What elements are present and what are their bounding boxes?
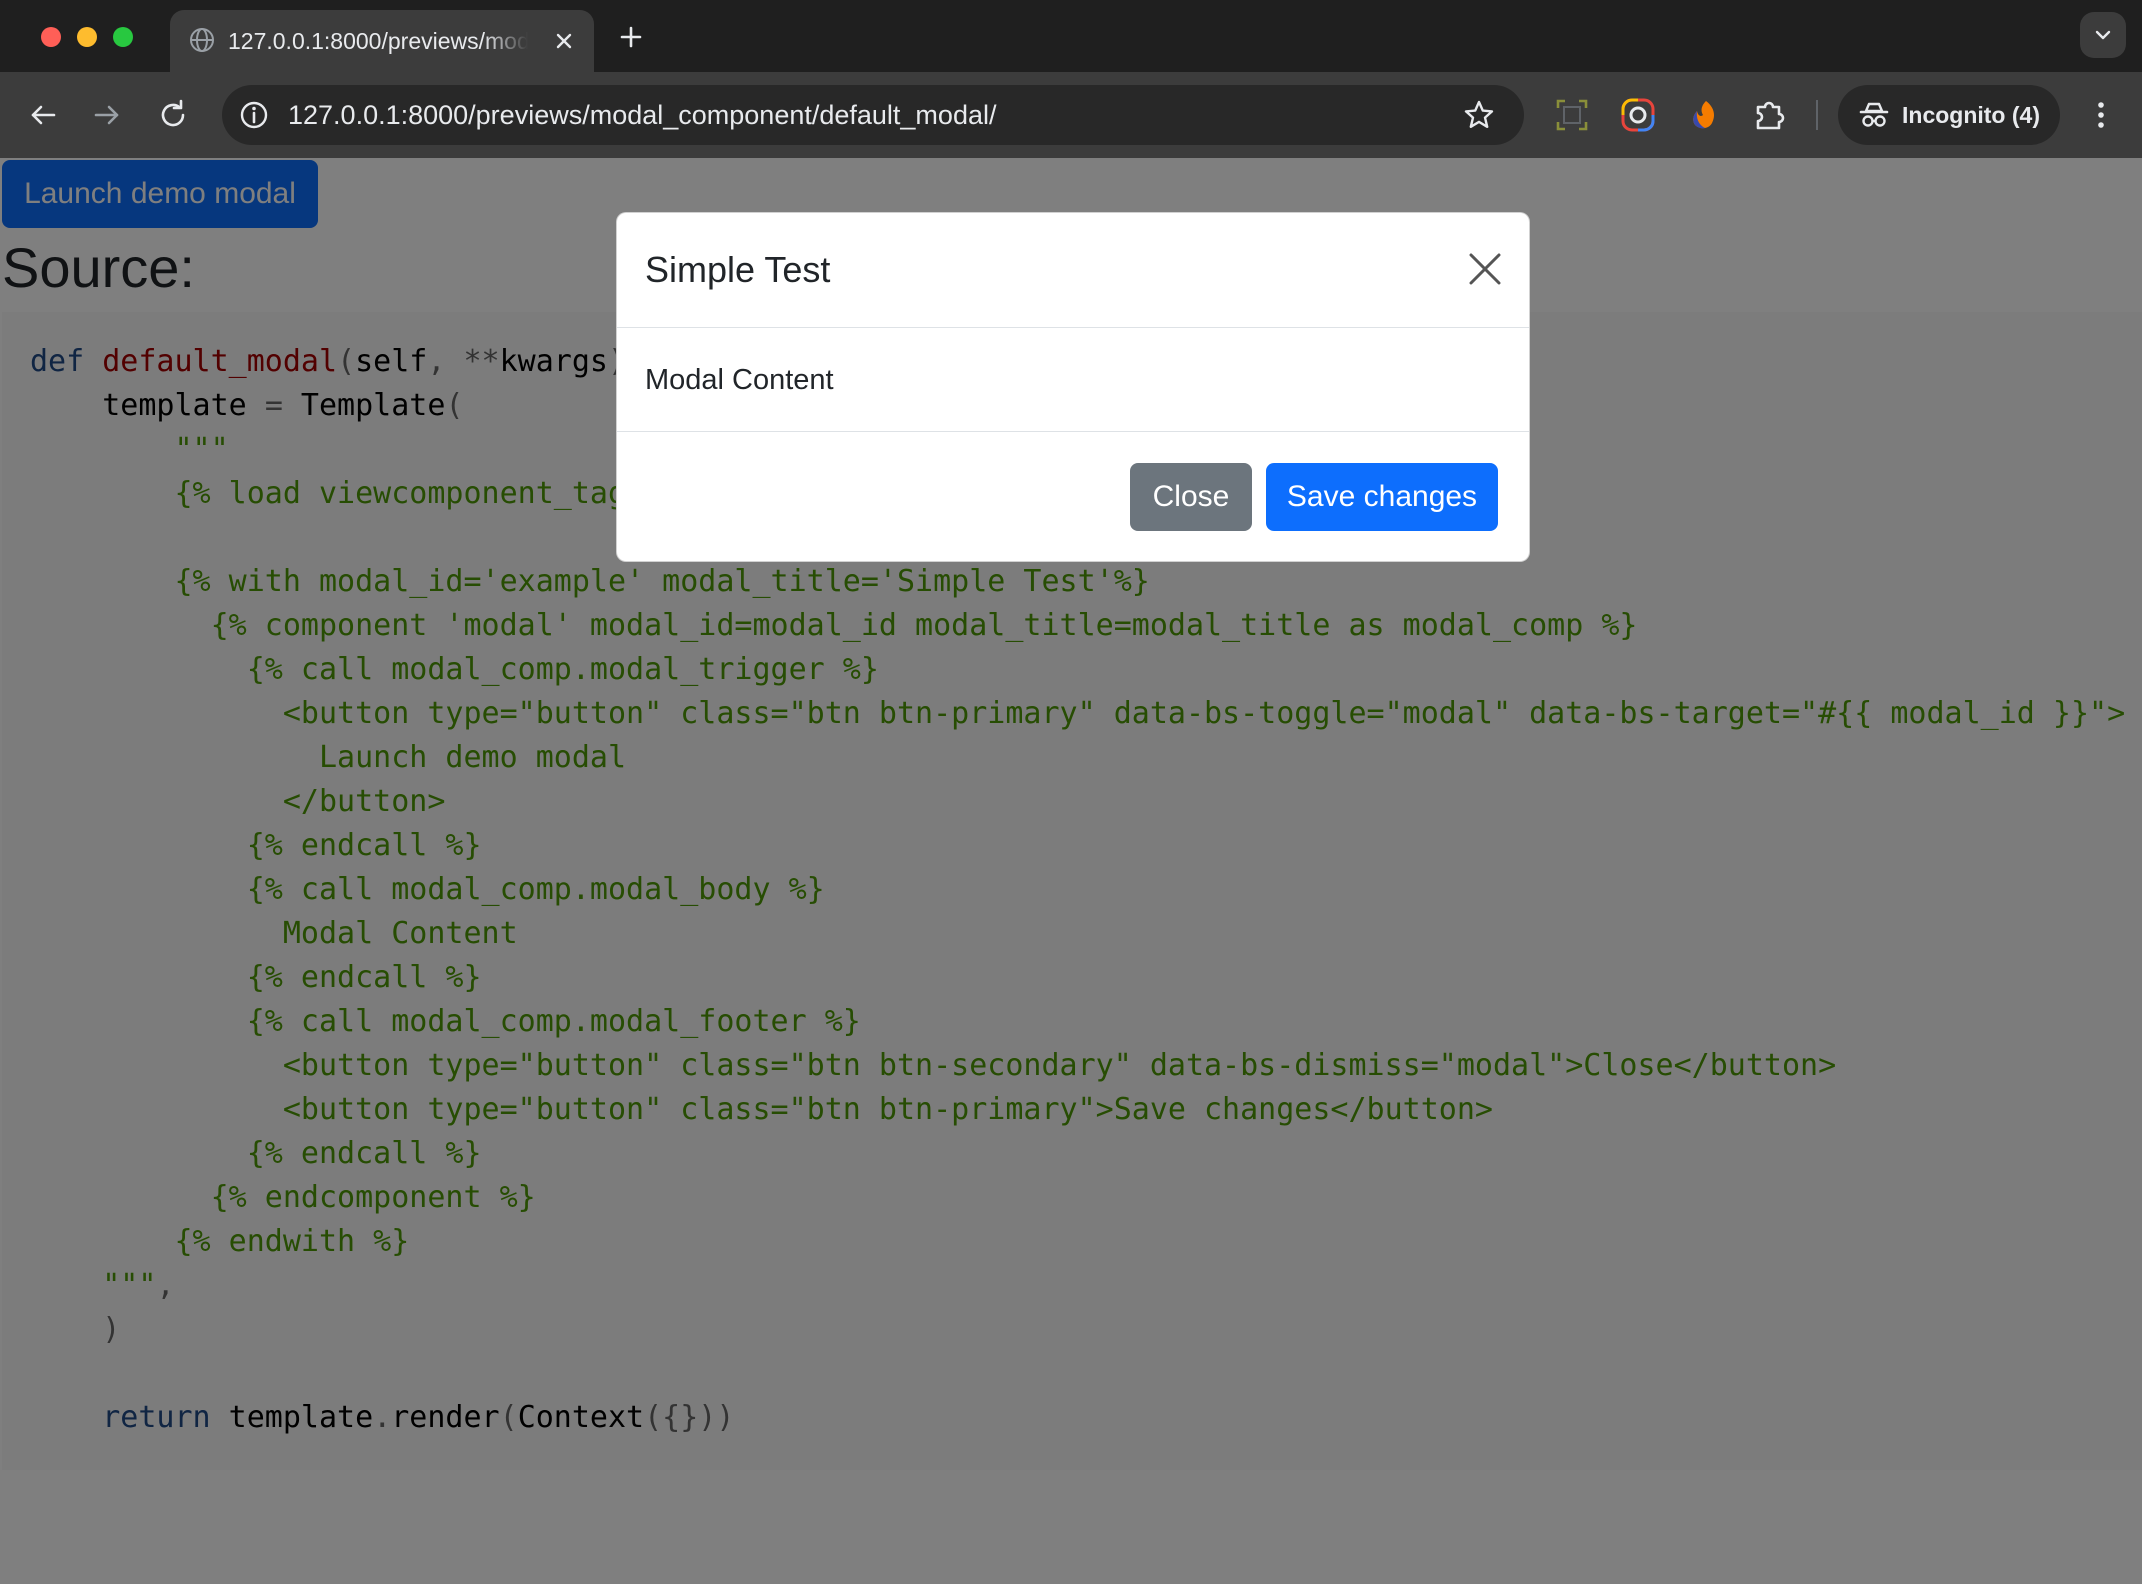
incognito-profile-button[interactable]: Incognito (4): [1838, 85, 2060, 145]
modal-footer: Close Save changes: [617, 432, 1529, 561]
color-extension-icon[interactable]: [1618, 95, 1658, 135]
extensions-puzzle-icon[interactable]: [1750, 95, 1790, 135]
browser-toolbar: 127.0.0.1:8000/previews/modal_component/…: [0, 72, 2142, 158]
incognito-icon: [1858, 99, 1890, 131]
tab-close-icon[interactable]: [552, 29, 576, 53]
incognito-label: Incognito (4): [1902, 102, 2040, 128]
page-viewport: Launch demo modal Source: def default_mo…: [0, 158, 2142, 1584]
url-text[interactable]: 127.0.0.1:8000/previews/modal_component/…: [288, 99, 996, 131]
forward-arrow-icon[interactable]: [88, 96, 126, 134]
toolbar-divider: [1816, 100, 1818, 130]
close-button[interactable]: Close: [1130, 463, 1252, 531]
tab-strip: 127.0.0.1:8000/previews/modal_component/…: [0, 0, 2142, 72]
modal-header: Simple Test: [617, 213, 1529, 328]
close-icon[interactable]: [1465, 249, 1505, 289]
save-changes-button[interactable]: Save changes: [1266, 463, 1498, 531]
modal-body: Modal Content: [617, 328, 1529, 432]
new-tab-icon[interactable]: [614, 20, 648, 54]
site-info-icon[interactable]: [238, 99, 270, 131]
tab-title: 127.0.0.1:8000/previews/modal_component/…: [228, 28, 528, 54]
modal-title: Simple Test: [645, 249, 831, 290]
flame-extension-icon[interactable]: [1684, 95, 1724, 135]
window-close-control[interactable]: [41, 27, 61, 47]
tab-search-button[interactable]: [2080, 12, 2126, 58]
reload-icon[interactable]: [154, 96, 192, 134]
browser-window: 127.0.0.1:8000/previews/modal_component/…: [0, 0, 2142, 1584]
screenshot-extension-icon[interactable]: [1552, 95, 1592, 135]
modal-body-text: Modal Content: [645, 364, 834, 396]
modal-dialog: Simple Test Modal Content Close Save cha…: [616, 212, 1530, 562]
window-zoom-control[interactable]: [113, 27, 133, 47]
chevron-down-icon: [2095, 30, 2111, 40]
bookmark-star-icon[interactable]: [1462, 98, 1496, 132]
back-arrow-icon[interactable]: [24, 96, 62, 134]
address-bar[interactable]: 127.0.0.1:8000/previews/modal_component/…: [222, 85, 1524, 145]
more-options-icon[interactable]: [2090, 95, 2112, 135]
globe-icon: [188, 26, 216, 54]
browser-tab[interactable]: 127.0.0.1:8000/previews/modal_component/…: [170, 10, 594, 72]
window-minimize-control[interactable]: [77, 27, 97, 47]
